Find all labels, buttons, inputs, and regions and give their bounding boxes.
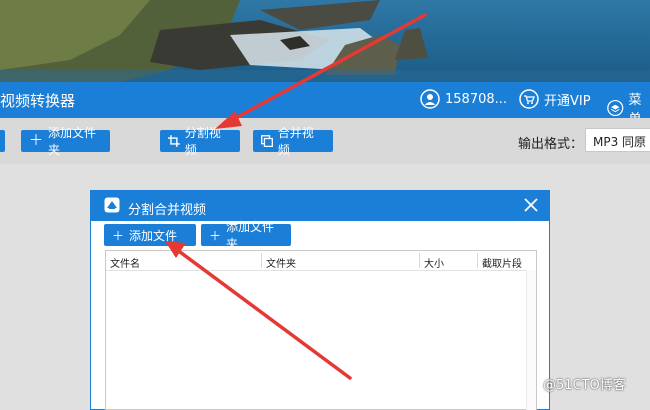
user-icon bbox=[420, 89, 440, 109]
close-icon[interactable] bbox=[522, 196, 540, 214]
watermark: @51CTO博客 bbox=[543, 378, 626, 393]
column-header-clip[interactable]: 截取片段 bbox=[482, 255, 522, 270]
header-banner-image bbox=[0, 0, 650, 82]
split-video-label: 分割视频 bbox=[184, 126, 221, 157]
add-folder-label: 添加文件夹 bbox=[48, 126, 97, 157]
account-label: 158708... bbox=[445, 91, 508, 107]
account-button[interactable]: 158708... bbox=[420, 89, 507, 109]
column-header-filename[interactable]: 文件名 bbox=[110, 255, 140, 270]
dialog-add-folder-button[interactable]: ＋ 添加文件夹 bbox=[201, 220, 291, 251]
app-logo-icon bbox=[104, 197, 120, 213]
add-file-button[interactable]: ＋ 添加文件 bbox=[104, 224, 196, 246]
merge-video-label: 合并视频 bbox=[277, 126, 314, 157]
app-title-bar: 视频转换器 158708... 开通VIP 菜单 bbox=[0, 82, 650, 127]
plus-icon: ＋ bbox=[29, 133, 43, 149]
add-file-label: 添加文件 bbox=[129, 228, 178, 243]
column-divider[interactable] bbox=[419, 253, 420, 268]
column-header-size[interactable]: 大小 bbox=[424, 255, 444, 270]
column-divider[interactable] bbox=[261, 253, 262, 268]
dialog-title-bar: 分割合并视频 bbox=[91, 191, 549, 221]
crop-icon bbox=[168, 135, 180, 147]
file-table: 文件名 文件夹 大小 截取片段 bbox=[105, 250, 537, 410]
vip-label: 开通VIP bbox=[544, 93, 591, 109]
menu-layers-icon bbox=[607, 99, 624, 117]
partial-toolbar-button[interactable] bbox=[0, 130, 5, 152]
table-scrollbar[interactable] bbox=[526, 270, 536, 410]
output-format-select[interactable]: MP3 同原 bbox=[585, 128, 650, 152]
output-format-label: 输出格式： bbox=[518, 137, 584, 152]
merge-icon bbox=[261, 135, 273, 147]
dialog-title: 分割合并视频 bbox=[128, 203, 207, 218]
plus-icon: ＋ bbox=[209, 228, 222, 243]
add-folder-button[interactable]: ＋ 添加文件夹 bbox=[21, 126, 110, 157]
column-divider[interactable] bbox=[477, 253, 478, 268]
vip-button[interactable]: 开通VIP bbox=[519, 89, 591, 109]
column-header-folder[interactable]: 文件夹 bbox=[266, 255, 296, 270]
split-video-button[interactable]: 分割视频 bbox=[160, 126, 240, 157]
app-title: 视频转换器 bbox=[0, 92, 76, 110]
merge-video-button[interactable]: 合并视频 bbox=[253, 126, 333, 157]
plus-icon: ＋ bbox=[112, 228, 125, 243]
cart-icon bbox=[519, 89, 539, 109]
dialog-add-folder-label: 添加文件夹 bbox=[226, 220, 275, 251]
table-header: 文件名 文件夹 大小 截取片段 bbox=[106, 251, 536, 271]
split-merge-dialog: 分割合并视频 ＋ 添加文件 ＋ 添加文件夹 文件名 文件夹 大小 截取片段 bbox=[90, 190, 550, 410]
